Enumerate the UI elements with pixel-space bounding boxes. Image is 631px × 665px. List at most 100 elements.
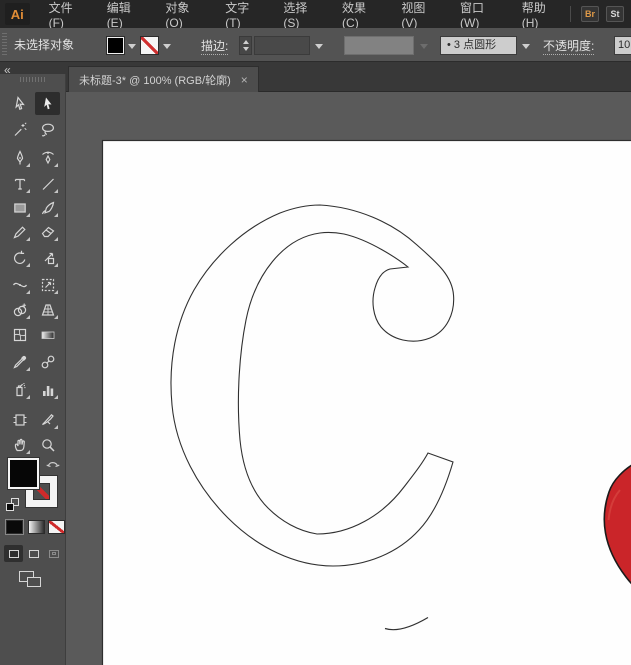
gradient-tool[interactable] (35, 323, 60, 346)
slice-tool-icon (40, 412, 56, 428)
magic-wand-tool[interactable] (7, 118, 32, 141)
brush-name: 3 点圆形 (454, 39, 496, 51)
line-segment-tool-icon (40, 176, 56, 192)
menu-item-window[interactable]: 窗口(W) (449, 0, 511, 28)
menu-item-effect[interactable]: 效果(C) (331, 0, 390, 28)
menu-item-select[interactable]: 选择(S) (272, 0, 331, 28)
hand-tool[interactable] (7, 433, 32, 456)
curvature-tool[interactable] (35, 146, 60, 169)
column-graph-tool-icon (40, 382, 56, 398)
draw-behind-button[interactable] (24, 545, 43, 562)
line-segment-tool[interactable] (35, 172, 60, 195)
selection-tool[interactable] (35, 92, 60, 115)
tab-close-icon[interactable]: × (241, 73, 248, 87)
rotate-tool-icon (12, 250, 28, 266)
eraser-tool-icon (40, 224, 56, 240)
zoom-tool-icon (40, 437, 56, 453)
opacity-input[interactable]: 10 (614, 36, 631, 55)
artboard-tool-icon (12, 412, 28, 428)
menu-item-file[interactable]: 文件(F) (38, 0, 96, 28)
artboard-tool[interactable] (7, 408, 32, 431)
column-graph-tool[interactable] (35, 378, 60, 401)
document-tab-title: 未标题-3* @ 100% (RGB/轮廓) (79, 72, 231, 88)
scale-tool[interactable] (35, 246, 60, 269)
brush-preview-dot: • (447, 39, 451, 51)
width-profile-select (344, 36, 414, 55)
color-mode-row (0, 520, 66, 535)
app-logo-icon[interactable]: Ai (5, 3, 30, 25)
draw-normal-button[interactable] (4, 545, 23, 562)
free-transform-tool[interactable] (35, 273, 60, 296)
tool-panel-grip[interactable] (20, 77, 46, 82)
menu-item-object[interactable]: 对象(O) (154, 0, 214, 28)
tool-panel (0, 74, 66, 665)
brush-dropdown-icon[interactable] (522, 44, 530, 49)
stroke-dropdown-icon[interactable] (163, 44, 171, 49)
control-bar-grip[interactable] (2, 33, 7, 56)
eraser-tool[interactable] (35, 220, 60, 243)
menubar-separator (570, 6, 571, 22)
stepper-down-icon[interactable] (243, 47, 249, 51)
width-tool-icon (12, 277, 28, 293)
menu-item-help[interactable]: 帮助(H) (511, 0, 570, 28)
default-fill-mini (6, 503, 14, 511)
control-bar: 未选择对象 描边: • 3 点圆形 不透明度: 10 (0, 28, 631, 62)
rotate-tool[interactable] (7, 246, 32, 269)
type-tool[interactable] (7, 172, 32, 195)
eyedropper-tool[interactable] (7, 350, 32, 373)
slice-tool[interactable] (35, 408, 60, 431)
default-fill-stroke-icon[interactable] (6, 498, 20, 512)
stroke-weight-stepper[interactable] (239, 36, 252, 55)
curvature-tool-icon (40, 150, 56, 166)
drawing-mode-row (0, 545, 66, 562)
menu-item-view[interactable]: 视图(V) (390, 0, 449, 28)
blend-tool[interactable] (35, 350, 60, 373)
zoom-tool[interactable] (35, 433, 60, 456)
swap-fill-stroke-icon[interactable] (46, 457, 60, 475)
fill-proxy-swatch[interactable] (8, 458, 39, 489)
rectangle-tool[interactable] (7, 196, 32, 219)
screen-mode-button[interactable] (14, 568, 50, 592)
perspective-grid-tool[interactable] (35, 298, 60, 321)
stock-button[interactable]: St (606, 6, 624, 22)
fill-color-swatch[interactable] (106, 36, 125, 55)
type-tool-icon (12, 176, 28, 192)
illustrator-window: Ai 文件(F)编辑(E)对象(O)文字(T)选择(S)效果(C)视图(V)窗口… (0, 0, 631, 665)
shape-builder-tool[interactable] (7, 298, 32, 321)
stroke-weight-input[interactable] (254, 36, 310, 55)
eyedropper-tool-icon (12, 354, 28, 370)
direct-selection-tool[interactable] (7, 92, 32, 115)
opacity-label[interactable]: 不透明度: (543, 39, 594, 55)
menu-item-edit[interactable]: 编辑(E) (96, 0, 155, 28)
paintbrush-tool[interactable] (35, 196, 60, 219)
hand-tool-icon (12, 437, 28, 453)
symbol-sprayer-tool[interactable] (7, 378, 32, 401)
canvas-area[interactable] (66, 92, 631, 665)
selection-status-label: 未选择对象 (14, 28, 74, 62)
shape-builder-tool-icon (12, 302, 28, 318)
paintbrush-tool-icon (40, 200, 56, 216)
menu-item-type[interactable]: 文字(T) (214, 0, 272, 28)
lasso-tool[interactable] (35, 118, 60, 141)
color-button[interactable] (6, 520, 23, 534)
none-button[interactable] (48, 520, 65, 534)
mesh-tool-icon (12, 327, 28, 343)
rectangle-tool-icon (12, 200, 28, 216)
pen-tool[interactable] (7, 146, 32, 169)
blend-tool-icon (40, 354, 56, 370)
bridge-button[interactable]: Br (581, 6, 599, 22)
stroke-weight-label[interactable]: 描边: (201, 39, 228, 55)
fill-dropdown-icon[interactable] (128, 44, 136, 49)
stepper-up-icon[interactable] (243, 40, 249, 44)
pencil-tool[interactable] (7, 220, 32, 243)
selection-tool-icon (40, 96, 56, 112)
brush-definition-select[interactable]: • 3 点圆形 (440, 36, 517, 55)
lasso-tool-icon (40, 122, 56, 138)
scale-tool-icon (40, 250, 56, 266)
gradient-button[interactable] (28, 520, 45, 534)
mesh-tool[interactable] (7, 323, 32, 346)
stroke-color-swatch[interactable] (140, 36, 159, 55)
document-tab[interactable]: 未标题-3* @ 100% (RGB/轮廓) × (68, 66, 259, 92)
width-tool[interactable] (7, 273, 32, 296)
stroke-weight-dropdown-icon[interactable] (315, 44, 323, 49)
